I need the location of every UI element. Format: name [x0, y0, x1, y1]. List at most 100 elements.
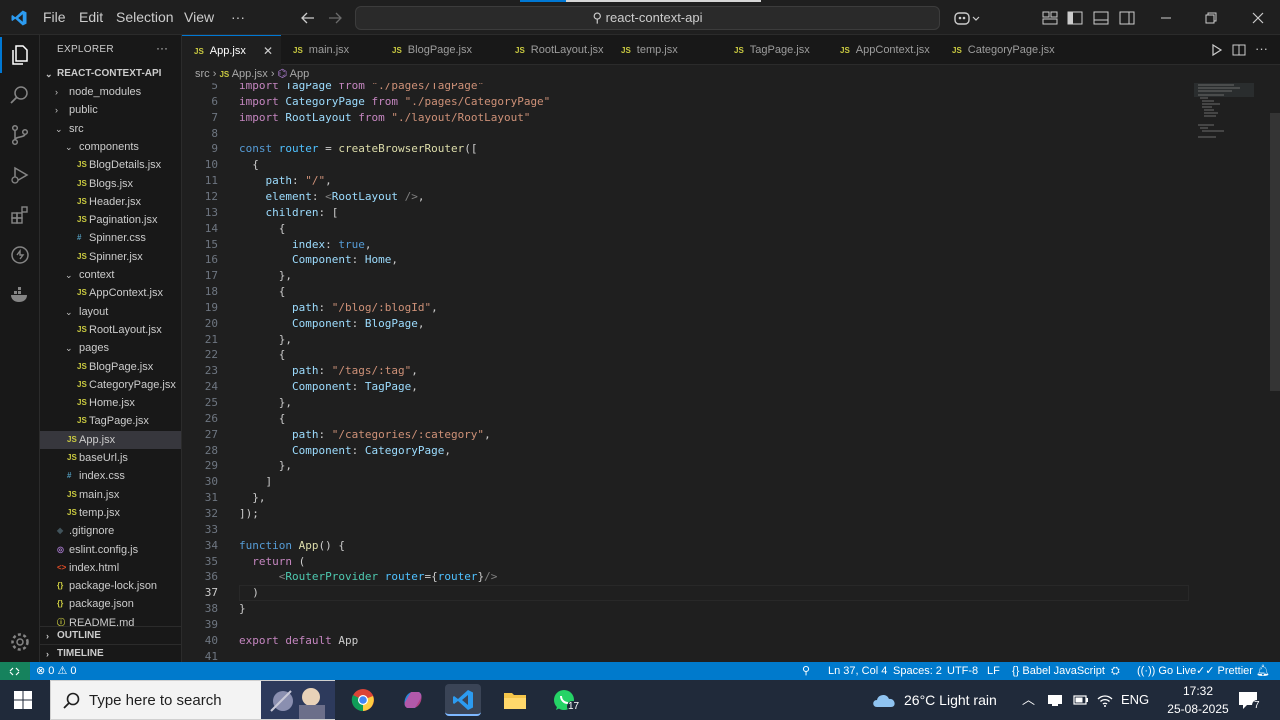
file-item[interactable]: JS BlogDetails.jsx	[40, 156, 181, 174]
vscode-app[interactable]	[445, 684, 481, 716]
menu-edit[interactable]: Edit	[79, 0, 103, 35]
timeline-section[interactable]: › TIMELINE	[40, 644, 182, 662]
tab-close-icon[interactable]: ✕	[263, 36, 273, 66]
battery-icon[interactable]	[1072, 692, 1090, 708]
file-item[interactable]: JS Pagination.jsx	[40, 211, 181, 229]
device-icon[interactable]	[1046, 692, 1064, 708]
file-item[interactable]: JS main.jsx	[40, 486, 181, 504]
go-live-button[interactable]: ((·)) Go Live	[1137, 662, 1196, 680]
source-control-icon[interactable]	[8, 123, 32, 147]
run-code-icon[interactable]	[1209, 42, 1225, 58]
feedback-icon[interactable]: ⛭	[1111, 662, 1120, 680]
file-item[interactable]: JS Spinner.jsx	[40, 248, 181, 266]
file-item[interactable]: JS CategoryPage.jsx	[40, 376, 181, 394]
split-editor-icon[interactable]	[1231, 42, 1247, 58]
file-item[interactable]: {} package-lock.json	[40, 577, 181, 595]
language-mode[interactable]: {} Babel JavaScript	[1012, 662, 1105, 680]
folder-item[interactable]: › public	[40, 101, 181, 119]
tab-blogpage-jsx[interactable]: JS BlogPage.jsx	[380, 35, 503, 65]
editor-scrollbar[interactable]	[1270, 113, 1280, 391]
copilot-chat-icon[interactable]	[8, 243, 32, 267]
file-item[interactable]: <> index.html	[40, 559, 181, 577]
search-icon[interactable]	[8, 83, 32, 107]
notifications-bell-icon[interactable]: 🔔︎	[1256, 662, 1270, 680]
folder-item[interactable]: ⌄ context	[40, 266, 181, 284]
code-editor[interactable]: 5 import TagPage from "./pages/TagPage" 6 i…	[182, 83, 1280, 662]
file-item[interactable]: JS baseUrl.js	[40, 449, 181, 467]
customize-layout-icon[interactable]	[1041, 9, 1059, 27]
windows-start-icon[interactable]	[14, 691, 32, 709]
docker-icon[interactable]	[8, 283, 32, 307]
file-item[interactable]: JS AppContext.jsx	[40, 284, 181, 302]
copilot-app[interactable]	[395, 684, 431, 716]
restore-icon[interactable]	[1202, 9, 1220, 27]
menu-selection[interactable]: Selection	[116, 0, 174, 35]
run-debug-icon[interactable]	[8, 163, 32, 187]
editor-more-actions[interactable]: ···	[1255, 35, 1268, 63]
toggle-panel-icon[interactable]	[1092, 9, 1110, 27]
file-item[interactable]: JS Home.jsx	[40, 394, 181, 412]
chrome-app[interactable]	[345, 684, 381, 716]
prettier-button[interactable]: ✓✓ Prettier	[1196, 662, 1253, 680]
indentation[interactable]: Spaces: 2	[893, 662, 942, 680]
cursor-position[interactable]: Ln 37, Col 4	[828, 662, 887, 680]
menu-file[interactable]: File	[43, 0, 66, 35]
tab-temp-jsx[interactable]: JS temp.jsx	[609, 35, 722, 65]
file-item[interactable]: JS BlogPage.jsx	[40, 358, 181, 376]
file-item[interactable]: JS Blogs.jsx	[40, 175, 181, 193]
back-arrow-icon[interactable]	[299, 9, 317, 27]
clock-date[interactable]: 25-08-2025	[1157, 700, 1239, 718]
file-item[interactable]: # Spinner.css	[40, 229, 181, 247]
breadcrumb-symbol[interactable]: App	[290, 68, 310, 80]
weather-widget[interactable]: 26°C Light rain	[904, 680, 997, 720]
tab-rootlayout-jsx[interactable]: JS RootLayout.jsx	[503, 35, 609, 65]
folder-item[interactable]: ⌄ layout	[40, 303, 181, 321]
file-item[interactable]: {} package.json	[40, 595, 181, 613]
outline-section[interactable]: › OUTLINE	[40, 626, 182, 644]
folder-item[interactable]: › node_modules	[40, 83, 181, 101]
explorer-files-icon[interactable]	[8, 43, 32, 67]
copilot-icon[interactable]	[953, 9, 981, 27]
whatsapp-app[interactable]: 17	[547, 684, 583, 716]
tab-app-jsx[interactable]: JS App.jsx ✕	[182, 35, 281, 65]
settings-gear-icon[interactable]	[8, 630, 32, 654]
folder-item[interactable]: ⌄ src	[40, 120, 181, 138]
tab-categorypage-jsx[interactable]: JS CategoryPage.jsx	[940, 35, 1067, 65]
problems-indicator[interactable]: ⊗ 0 ⚠ 0	[36, 662, 77, 680]
wifi-icon[interactable]	[1096, 691, 1114, 709]
file-item[interactable]: JS TagPage.jsx	[40, 412, 181, 430]
taskbar-search-box[interactable]: Type here to search	[50, 680, 335, 720]
toggle-sidebar-icon[interactable]	[1066, 9, 1084, 27]
file-item[interactable]: ◎ eslint.config.js	[40, 541, 181, 559]
file-item[interactable]: JS temp.jsx	[40, 504, 181, 522]
close-icon[interactable]	[1249, 9, 1267, 27]
remote-indicator[interactable]	[0, 662, 30, 680]
tab-tagpage-jsx[interactable]: JS TagPage.jsx	[722, 35, 828, 65]
tab-main-jsx[interactable]: JS main.jsx	[281, 35, 380, 65]
explorer-more-actions[interactable]: ···	[156, 41, 168, 55]
menu-more[interactable]: ···	[231, 0, 245, 35]
input-language[interactable]: ENG	[1121, 680, 1149, 720]
toggle-secondary-sidebar-icon[interactable]	[1118, 9, 1136, 27]
clock-time[interactable]: 17:32	[1167, 682, 1229, 700]
file-item[interactable]: JS Header.jsx	[40, 193, 181, 211]
encoding[interactable]: UTF-8	[947, 662, 978, 680]
folder-item[interactable]: ⌄ components	[40, 138, 181, 156]
minimize-icon[interactable]	[1157, 9, 1175, 27]
menu-view[interactable]: View	[184, 0, 214, 35]
minimap[interactable]	[1194, 83, 1254, 143]
forward-arrow-icon[interactable]	[326, 9, 344, 27]
file-item[interactable]: JS App.jsx	[40, 430, 181, 449]
breadcrumb-file[interactable]: App.jsx	[232, 68, 268, 80]
tab-appcontext-jsx[interactable]: JS AppContext.jsx	[828, 35, 940, 65]
file-item[interactable]: ◆ .gitignore	[40, 522, 181, 540]
folder-item[interactable]: ⌄ pages	[40, 339, 181, 357]
show-hidden-icons-chevron-icon[interactable]: ︿	[1022, 680, 1035, 720]
file-item[interactable]: JS RootLayout.jsx	[40, 321, 181, 339]
notification-center[interactable]: 7	[1238, 691, 1262, 711]
command-center[interactable]: ⚲ react-context-api	[355, 6, 940, 30]
workspace-root[interactable]: ⌄ REACT-CONTEXT-API	[40, 65, 181, 83]
file-item[interactable]: # index.css	[40, 467, 181, 485]
extensions-icon[interactable]	[8, 203, 32, 227]
end-of-line[interactable]: LF	[987, 662, 1000, 680]
